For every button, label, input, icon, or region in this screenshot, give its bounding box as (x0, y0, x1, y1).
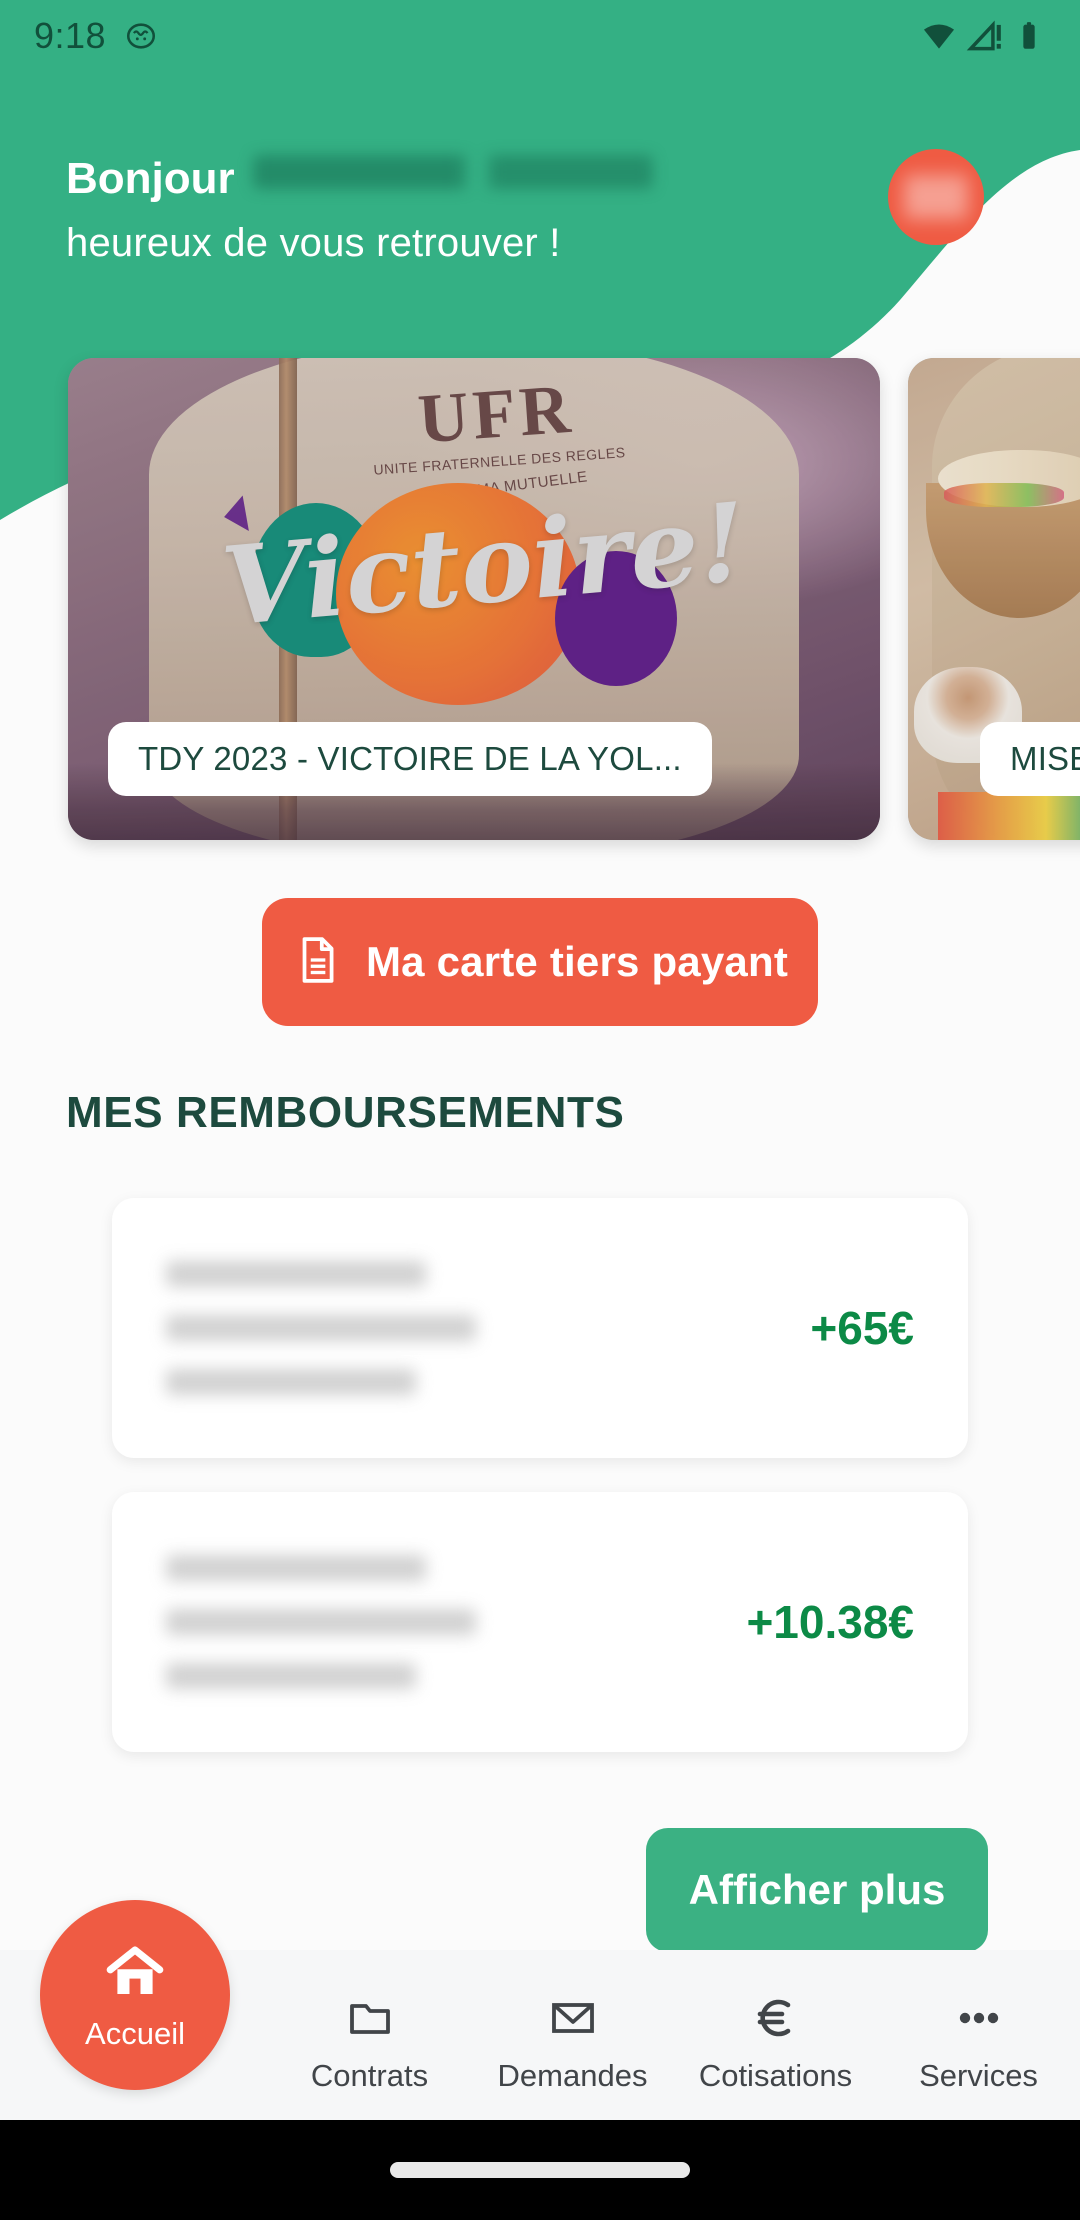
carousel-card-label[interactable]: TDY 2023 - VICTOIRE DE LA YOL... (108, 722, 712, 796)
nav-label-demandes: Demandes (497, 2058, 648, 2093)
notification-icon (124, 19, 158, 53)
avatar-initials-redacted (904, 175, 968, 219)
avatar[interactable] (888, 149, 984, 245)
nav-item-demandes[interactable]: Demandes (471, 1950, 674, 2094)
refund-detail-redacted (166, 1369, 416, 1395)
carousel-card[interactable]: MISE (908, 358, 1080, 840)
nav-item-services[interactable]: Services (877, 1950, 1080, 2094)
wifi-icon (920, 17, 958, 55)
greeting-hello: Bonjour (66, 154, 235, 203)
cellular-signal-icon (966, 17, 1004, 55)
ma-carte-tiers-payant-button[interactable]: Ma carte tiers payant (262, 898, 818, 1026)
status-bar: 9:18 (0, 0, 1080, 72)
refund-title-redacted (166, 1261, 426, 1287)
refund-title-redacted (166, 1555, 426, 1581)
carousel-card-label-text: MISE (1010, 740, 1080, 777)
carousel-card-label[interactable]: MISE (980, 722, 1080, 796)
app-screen: 9:18 Bonjour heureux de vous retrouver !… (0, 0, 1080, 2220)
show-more-label: Afficher plus (688, 1866, 946, 1913)
section-title-remboursements: MES REMBOURSEMENTS (66, 1088, 625, 1137)
carousel-card-label-text: TDY 2023 - VICTOIRE DE LA YOL... (138, 740, 682, 777)
greeting-line-1: Bonjour (66, 154, 886, 203)
carousel-card[interactable]: UFR UNITE FRATERNELLE DES REGLES MA VIE,… (68, 358, 880, 840)
refund-date-redacted (166, 1609, 476, 1635)
refund-date-redacted (166, 1315, 476, 1341)
nav-items: Contrats Demandes Cotisations Services (268, 1950, 1080, 2094)
document-icon (292, 935, 342, 990)
greeting-user-name-redacted (252, 155, 653, 189)
gesture-handle[interactable] (390, 2162, 690, 2178)
nav-item-cotisations[interactable]: Cotisations (674, 1950, 877, 2094)
nav-label-cotisations: Cotisations (698, 2058, 853, 2093)
refund-amount: +10.38€ (746, 1596, 914, 1648)
home-icon (102, 1939, 168, 2010)
ellipsis-icon (955, 1992, 1003, 2044)
refund-card[interactable]: +65€ (112, 1198, 968, 1458)
refund-detail-redacted (166, 1663, 416, 1689)
greeting-block: Bonjour heureux de vous retrouver ! (66, 154, 886, 267)
system-gesture-bar (0, 2120, 1080, 2220)
refund-details-redacted (166, 1261, 810, 1395)
refunds-list: +65€ +10.38€ (0, 1198, 1080, 1786)
news-carousel[interactable]: UFR UNITE FRATERNELLE DES REGLES MA VIE,… (0, 358, 1080, 848)
nav-label-services: Services (919, 2058, 1038, 2093)
cta-label: Ma carte tiers payant (365, 938, 789, 985)
nav-item-contrats[interactable]: Contrats (268, 1950, 471, 2094)
battery-icon (1012, 19, 1046, 53)
refund-amount: +65€ (810, 1302, 914, 1354)
status-bar-right (920, 17, 1046, 55)
nav-item-accueil[interactable]: Accueil (40, 1900, 230, 2090)
nav-label-accueil: Accueil (85, 2015, 185, 2051)
refund-details-redacted (166, 1555, 746, 1689)
show-more-button[interactable]: Afficher plus (646, 1828, 988, 1952)
refund-card[interactable]: +10.38€ (112, 1492, 968, 1752)
status-bar-left: 9:18 (34, 18, 158, 54)
status-time: 9:18 (34, 15, 107, 56)
greeting-line-2: heureux de vous retrouver ! (66, 221, 561, 266)
euro-icon (752, 1992, 800, 2044)
nav-label-contrats: Contrats (310, 2058, 429, 2093)
folder-icon (346, 1992, 394, 2044)
envelope-icon (549, 1992, 597, 2044)
